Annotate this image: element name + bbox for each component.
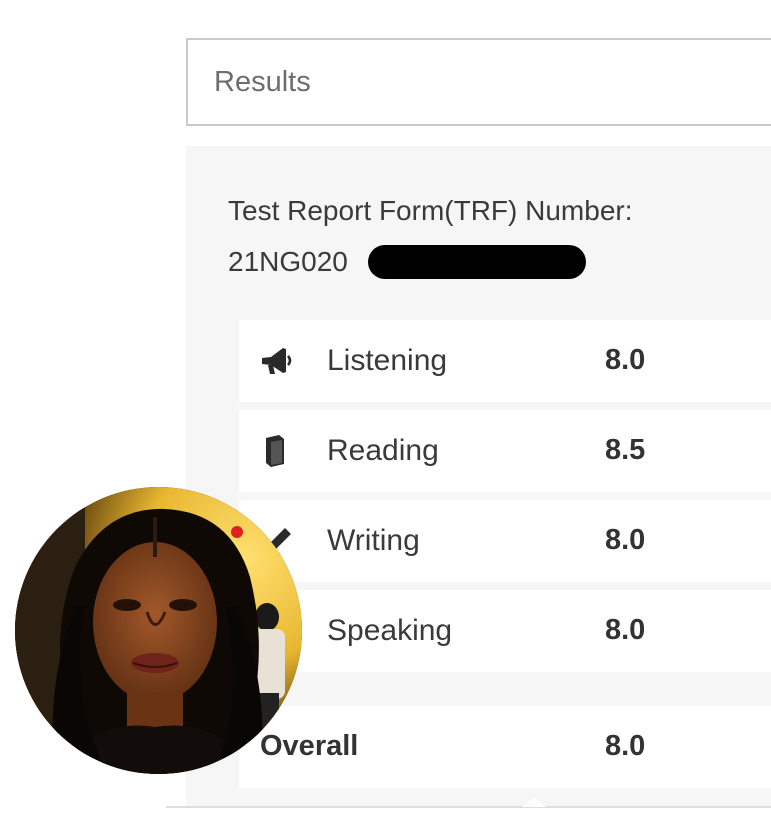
score-value: 8.0: [605, 614, 646, 646]
score-row-listening: Listening 8.0: [239, 320, 771, 402]
book-icon: [259, 434, 293, 468]
megaphone-icon: [259, 344, 293, 378]
score-name: Reading: [327, 434, 439, 467]
bottom-divider: [166, 806, 771, 808]
score-value: 8.0: [605, 344, 646, 376]
score-name: Listening: [327, 344, 448, 377]
trf-label: Test Report Form(TRF) Number:: [228, 195, 633, 226]
score-row-writing: Writing 8.0: [239, 500, 771, 582]
overall-label: Overall: [260, 730, 359, 762]
score-name: Writing: [327, 524, 420, 557]
score-value: 8.5: [605, 434, 646, 466]
trf-number: 21NG020: [228, 246, 348, 277]
score-row-overall: Overall 8.0: [239, 706, 771, 788]
results-header: Results: [186, 38, 771, 126]
avatar: [15, 487, 302, 774]
page-title: Results: [214, 65, 311, 98]
score-name: Speaking: [327, 614, 453, 647]
score-row-speaking: Speaking 8.0: [239, 590, 771, 672]
score-row-reading: Reading 8.5: [239, 410, 771, 492]
caret-indicator: [522, 797, 546, 807]
score-value: 8.0: [605, 524, 646, 556]
redaction-bar: [368, 245, 586, 279]
overall-value: 8.0: [605, 730, 646, 762]
